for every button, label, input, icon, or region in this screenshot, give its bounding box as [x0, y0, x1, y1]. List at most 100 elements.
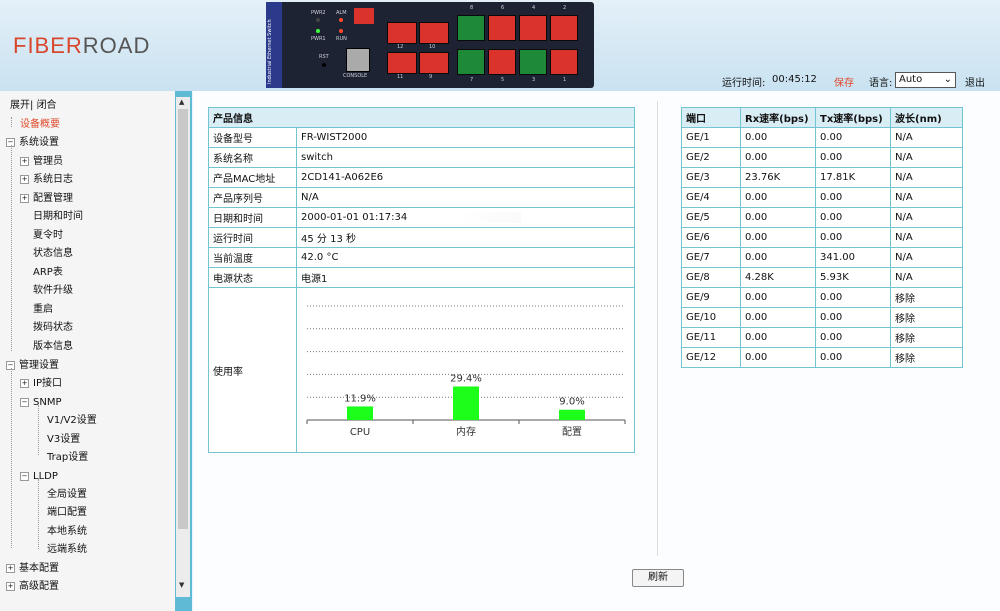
nav-lldp-label: LLDP: [33, 471, 58, 482]
nav-lldp-port-config[interactable]: 端口配置: [47, 504, 87, 522]
nav-lldp-remote[interactable]: 远端系统: [47, 541, 87, 559]
table-row: GE/7 0.00 341.00 N/A: [681, 247, 963, 268]
expand-icon[interactable]: +: [6, 563, 15, 573]
port-cell: 移除: [890, 327, 963, 348]
device-side-strip: Industrial Ethernet Switch: [266, 2, 282, 88]
nav-mgmt-settings[interactable]: − 管理设置: [6, 357, 59, 375]
table-row: GE/11 0.00 0.00 移除: [681, 327, 963, 348]
scroll-down-icon[interactable]: ▼: [179, 581, 184, 589]
info-key: 设备型号: [208, 127, 297, 148]
nav-advanced-config[interactable]: + 高级配置: [6, 578, 59, 596]
language-label: 语言:: [869, 78, 893, 89]
nav-basic-config[interactable]: + 基本配置: [6, 560, 59, 578]
info-value: FR-WIST2000: [296, 127, 635, 148]
nav-system-settings[interactable]: − 系统设置: [6, 134, 59, 152]
expand-icon[interactable]: +: [20, 156, 29, 166]
nav-ip-interface-label: IP接口: [33, 378, 62, 389]
sfp-port: [419, 52, 449, 74]
bar-0: [347, 406, 373, 420]
led-run: [339, 29, 343, 33]
nav-ip-interface[interactable]: + IP接口: [20, 375, 62, 393]
collapse-icon[interactable]: −: [20, 397, 29, 407]
info-key: 运行时间: [208, 227, 297, 248]
nav-device-overview[interactable]: 设备概要: [20, 116, 60, 134]
expand-icon[interactable]: +: [6, 581, 15, 591]
sidebar: 展开| 闭合 设备概要 − 系统设置 + 管理员 + 系统日志 + 配置管理 日期和时间…: [0, 91, 192, 611]
collapse-all-link[interactable]: 闭合: [37, 100, 57, 111]
nav-snmp-v3[interactable]: V3设置: [47, 431, 80, 449]
nav-syslog[interactable]: + 系统日志: [20, 171, 73, 189]
nav-basic-config-label: 基本配置: [19, 563, 59, 574]
port-cell: 0.00: [815, 127, 891, 148]
refresh-button[interactable]: 刷新: [632, 569, 684, 587]
info-key: 系统名称: [208, 147, 297, 168]
device-side-label: Industrial Ethernet Switch: [267, 19, 273, 84]
category-label: 配置: [562, 426, 582, 438]
nav-snmp-v1v2[interactable]: V1/V2设置: [47, 412, 97, 430]
port-cell: 4.28K: [740, 267, 816, 288]
scroll-up-icon[interactable]: ▲: [179, 98, 184, 106]
col-header: Rx速率(bps): [740, 107, 816, 128]
nav-status-info[interactable]: 状态信息: [33, 245, 73, 263]
led-pwr2: [316, 18, 320, 22]
collapse-icon[interactable]: −: [20, 471, 29, 481]
rj45-port-label: 2: [563, 5, 567, 11]
usage-label: 使用率: [208, 287, 297, 453]
nav-admin[interactable]: + 管理员: [20, 153, 63, 171]
logo-part-b: ROAD: [82, 33, 151, 58]
reset-pin-hole: [322, 63, 326, 67]
port-cell: N/A: [890, 167, 963, 188]
nav-lldp-global[interactable]: 全局设置: [47, 486, 87, 504]
console-label: CONSOLE: [343, 73, 368, 79]
col-header: 波长(nm): [890, 107, 963, 128]
expand-icon[interactable]: +: [20, 174, 29, 184]
port-cell: 0.00: [815, 227, 891, 248]
nav-lldp-local[interactable]: 本地系统: [47, 523, 87, 541]
scrollbar-thumb[interactable]: [178, 109, 188, 529]
rj45-port: [519, 49, 547, 75]
dip-switch: [354, 8, 374, 24]
nav-upgrade[interactable]: 软件升级: [33, 282, 73, 300]
bar-value-label: 11.9%: [344, 393, 376, 404]
nav-mgmt-settings-label: 管理设置: [19, 360, 59, 371]
expand-icon[interactable]: +: [20, 193, 29, 203]
table-row: GE/10 0.00 0.00 移除: [681, 307, 963, 328]
console-port: [346, 48, 370, 72]
port-cell: 0.00: [740, 207, 816, 228]
rj45-port-label: 4: [532, 5, 536, 11]
nav-version[interactable]: 版本信息: [33, 338, 73, 356]
nav-arp[interactable]: ARP表: [33, 264, 63, 282]
led-pwr2-label: PWR2: [311, 10, 326, 16]
usage-chart: 11.9% CPU 29.4% 内存 9.0% 配置: [306, 305, 626, 438]
info-key: 产品序列号: [208, 187, 297, 208]
sfp-port-label: 12: [397, 44, 404, 50]
expand-all-link[interactable]: 展开: [10, 100, 30, 111]
nav-advanced-config-label: 高级配置: [19, 581, 59, 592]
port-cell: N/A: [890, 207, 963, 228]
save-link[interactable]: 保存: [834, 74, 854, 89]
sfp-port: [387, 52, 417, 74]
expand-icon[interactable]: +: [20, 378, 29, 388]
port-cell: GE/6: [681, 227, 741, 248]
nav-snmp[interactable]: − SNMP: [20, 394, 62, 412]
info-value: 2000-01-01 01:17:34: [296, 207, 635, 228]
sidebar-scrollbar[interactable]: ▲ ▼: [176, 97, 190, 597]
port-cell: 5.93K: [815, 267, 891, 288]
language-select[interactable]: Auto ⌄: [895, 72, 956, 88]
nav-config-mgmt[interactable]: + 配置管理: [20, 190, 73, 208]
product-info-table: 产品信息 设备型号 FR-WIST2000 系统名称 switch 产品MAC地址 2…: [208, 107, 635, 453]
port-cell: GE/5: [681, 207, 741, 228]
nav-snmp-trap[interactable]: Trap设置: [47, 449, 88, 467]
nav-dst[interactable]: 夏令时: [33, 227, 63, 245]
port-cell: 0.00: [740, 307, 816, 328]
logout-link[interactable]: 退出: [965, 74, 985, 89]
nav-reboot[interactable]: 重启: [33, 301, 53, 319]
rj45-port-label: 7: [470, 77, 474, 83]
info-value: 45 分 13 秒: [296, 227, 635, 248]
port-cell: 0.00: [740, 247, 816, 268]
nav-datetime[interactable]: 日期和时间: [33, 208, 83, 226]
bar-1: [453, 386, 479, 420]
bar-value-label: 29.4%: [450, 373, 482, 384]
nav-dip-status[interactable]: 拨码状态: [33, 319, 73, 337]
sfp-port-label: 9: [429, 74, 433, 80]
